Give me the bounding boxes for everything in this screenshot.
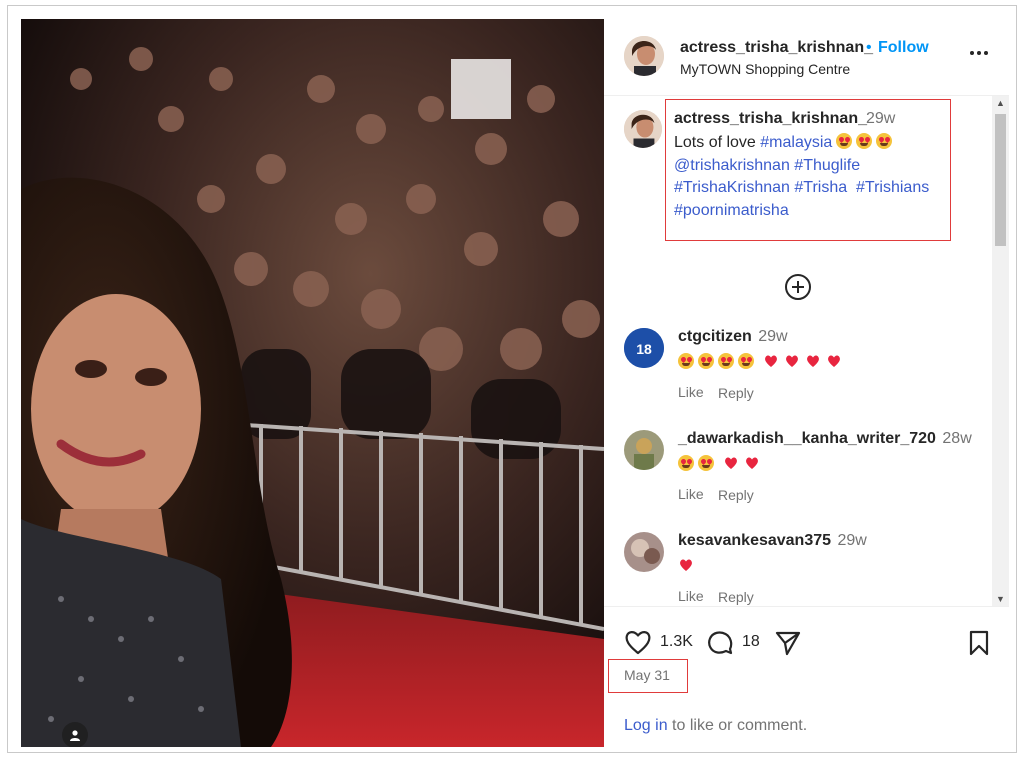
red-heart-icon: [765, 355, 778, 367]
follow-button[interactable]: Follow: [878, 39, 929, 57]
comment-like-button[interactable]: Like: [678, 486, 704, 502]
heart-eyes-emoji: [876, 133, 893, 149]
plus-circle-icon[interactable]: [784, 273, 812, 301]
comment-item: 18 ctgcitizen 29w Like Reply: [604, 328, 992, 428]
comments-scroll-area[interactable]: actress_trisha_krishnan_ 29w Lots of lov…: [604, 96, 1009, 606]
caption-time: 29w: [866, 110, 896, 127]
comment-like-button[interactable]: Like: [678, 588, 704, 604]
red-heart-icon: [786, 355, 799, 367]
author-avatar[interactable]: [624, 36, 664, 76]
post-photo[interactable]: [21, 19, 604, 747]
red-heart-icon: [725, 457, 738, 469]
heart-eyes-emoji: [856, 133, 873, 149]
comment-emojis: [678, 353, 842, 372]
user-icon: [70, 730, 80, 741]
login-prompt-text: to like or comment.: [667, 717, 808, 734]
mention-trishakrishnan[interactable]: @trishakrishnan: [674, 157, 790, 174]
caption-username[interactable]: actress_trisha_krishnan_: [674, 110, 867, 128]
red-heart-icon: [746, 457, 759, 469]
hashtag-trisha[interactable]: #Trisha: [794, 179, 847, 196]
scroll-down-arrow-icon[interactable]: ▼: [996, 594, 1005, 604]
caption-author-avatar[interactable]: [624, 110, 662, 148]
commenter-avatar[interactable]: 18: [624, 328, 664, 368]
comment-emojis: [678, 455, 760, 474]
hashtag-thuglife[interactable]: #Thuglife: [794, 157, 860, 174]
comment-reply-button[interactable]: Reply: [718, 487, 754, 503]
caption-text: Lots of love #malaysia @trishakrishnan #…: [674, 132, 954, 222]
hashtag-trishakrishnan[interactable]: #TrishaKrishnan: [674, 179, 790, 196]
commenter-avatar[interactable]: [624, 430, 664, 470]
share-icon[interactable]: [774, 629, 802, 657]
red-heart-icon: [807, 355, 820, 367]
hashtag-poornimatrisha[interactable]: #poornimatrisha: [674, 202, 789, 219]
post-actions: 1.3K 18 May 31 Log in to like or comment…: [604, 606, 1009, 747]
comment-count[interactable]: 18: [742, 633, 760, 651]
heart-eyes-emoji: [836, 133, 853, 149]
heart-icon[interactable]: [624, 629, 652, 655]
red-heart-icon: [680, 559, 692, 571]
heart-eyes-emoji: [698, 455, 714, 471]
smiling-hearts-emoji: [678, 455, 694, 471]
comment-reply-button[interactable]: Reply: [718, 589, 754, 605]
login-prompt: Log in to like or comment.: [624, 717, 807, 735]
heart-eyes-emoji: [698, 353, 714, 369]
scroll-up-arrow-icon[interactable]: ▲: [996, 98, 1005, 108]
heart-eyes-emoji: [738, 353, 754, 369]
post-date: May 31: [624, 667, 670, 683]
author-username[interactable]: actress_trisha_krishnan_: [680, 39, 873, 57]
more-options-icon[interactable]: [968, 45, 990, 61]
comment-icon[interactable]: [706, 629, 734, 657]
like-count[interactable]: 1.3K: [660, 633, 693, 651]
separator-dot: •: [866, 39, 872, 56]
post-side-panel: actress_trisha_krishnan_ • Follow MyTOWN…: [604, 19, 1009, 747]
caption-lead: Lots of love: [674, 134, 756, 151]
commenter-username[interactable]: ctgcitizen 29w: [678, 328, 788, 346]
commenter-avatar[interactable]: [624, 532, 664, 572]
post-location[interactable]: MyTOWN Shopping Centre: [680, 61, 850, 77]
concert-selfie-image: [21, 19, 604, 747]
scrollbar[interactable]: ▲ ▼: [992, 96, 1009, 606]
login-link[interactable]: Log in: [624, 717, 668, 734]
scrollbar-thumb[interactable]: [995, 114, 1006, 246]
tagged-users-button[interactable]: [62, 722, 88, 747]
heart-eyes-emoji: [718, 353, 734, 369]
comment-reply-button[interactable]: Reply: [718, 385, 754, 401]
comment-item: kesavankesavan375 29w Like Reply: [604, 532, 992, 606]
comment-item: _dawarkadish__kanha_writer_720 28w Like …: [604, 430, 992, 530]
comment-emojis: [678, 557, 694, 576]
hashtag-trishians[interactable]: #Trishians: [856, 179, 929, 196]
heart-eyes-emoji: [678, 353, 694, 369]
comment-like-button[interactable]: Like: [678, 384, 704, 400]
svg-text:18: 18: [636, 341, 652, 357]
commenter-username[interactable]: kesavankesavan375 29w: [678, 532, 867, 550]
red-heart-icon: [828, 355, 841, 367]
bookmark-icon[interactable]: [967, 629, 991, 657]
post-header: actress_trisha_krishnan_ • Follow MyTOWN…: [604, 19, 1009, 96]
commenter-username[interactable]: _dawarkadish__kanha_writer_720 28w: [678, 430, 972, 448]
hashtag-malaysia[interactable]: #malaysia: [760, 134, 832, 151]
